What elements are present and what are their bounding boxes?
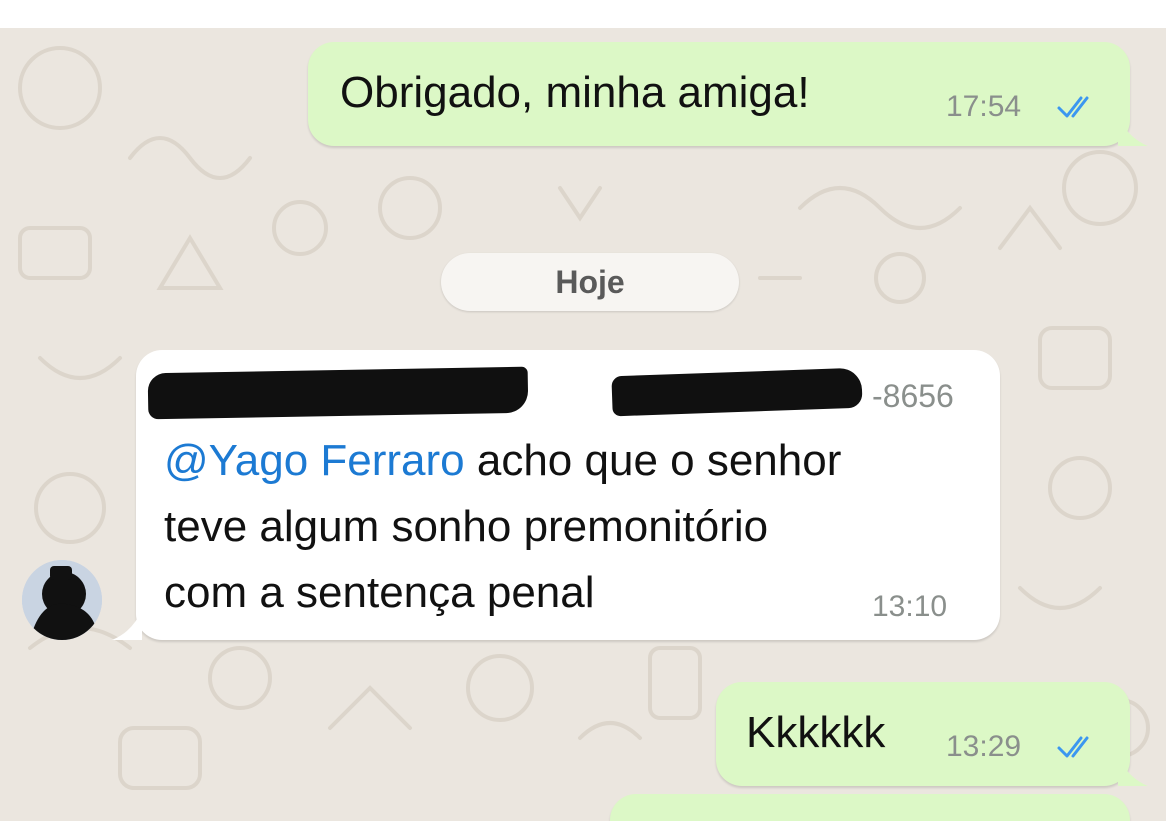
- sender-phone-suffix: -8656: [872, 378, 954, 414]
- message-time: 17:54: [946, 90, 1022, 123]
- message-time: 13:29: [946, 730, 1022, 763]
- message-time: 13:10: [872, 590, 948, 623]
- message-text: Kkkkkk: [746, 708, 886, 757]
- message-text-line-3: com a sentença penal: [164, 568, 595, 617]
- message-text-line-2: teve algum sonho premonitório: [164, 502, 769, 551]
- message-text-part: acho que o senhor: [464, 436, 842, 485]
- message-bubble-outgoing[interactable]: Obrigado, minha amiga! 17:54: [308, 42, 1130, 146]
- redacted-sender-name-2: [611, 367, 863, 417]
- bubble-tail: [1118, 756, 1148, 786]
- bubble-tail: [1118, 116, 1148, 146]
- mention-link[interactable]: @Yago Ferraro: [164, 436, 465, 485]
- double-check-icon: [1057, 736, 1089, 758]
- redacted-sender-name: [147, 366, 529, 420]
- message-text: Obrigado, minha amiga!: [340, 68, 810, 117]
- message-bubble-outgoing[interactable]: Kkkkkk 13:29: [716, 682, 1130, 786]
- message-text-line-1: @Yago Ferraro acho que o senhor: [164, 436, 841, 486]
- chat-area[interactable]: Obrigado, minha amiga! 17:54 Hoje -8656 …: [0, 28, 1166, 821]
- message-bubble-incoming[interactable]: -8656 @Yago Ferraro acho que o senhor te…: [136, 350, 1000, 640]
- bubble-tail: [112, 610, 142, 640]
- double-check-icon: [1057, 96, 1089, 118]
- message-bubble-outgoing-partial[interactable]: [610, 794, 1130, 821]
- contact-avatar[interactable]: [22, 560, 102, 640]
- date-separator: Hoje: [441, 253, 739, 311]
- avatar-silhouette: [22, 560, 102, 640]
